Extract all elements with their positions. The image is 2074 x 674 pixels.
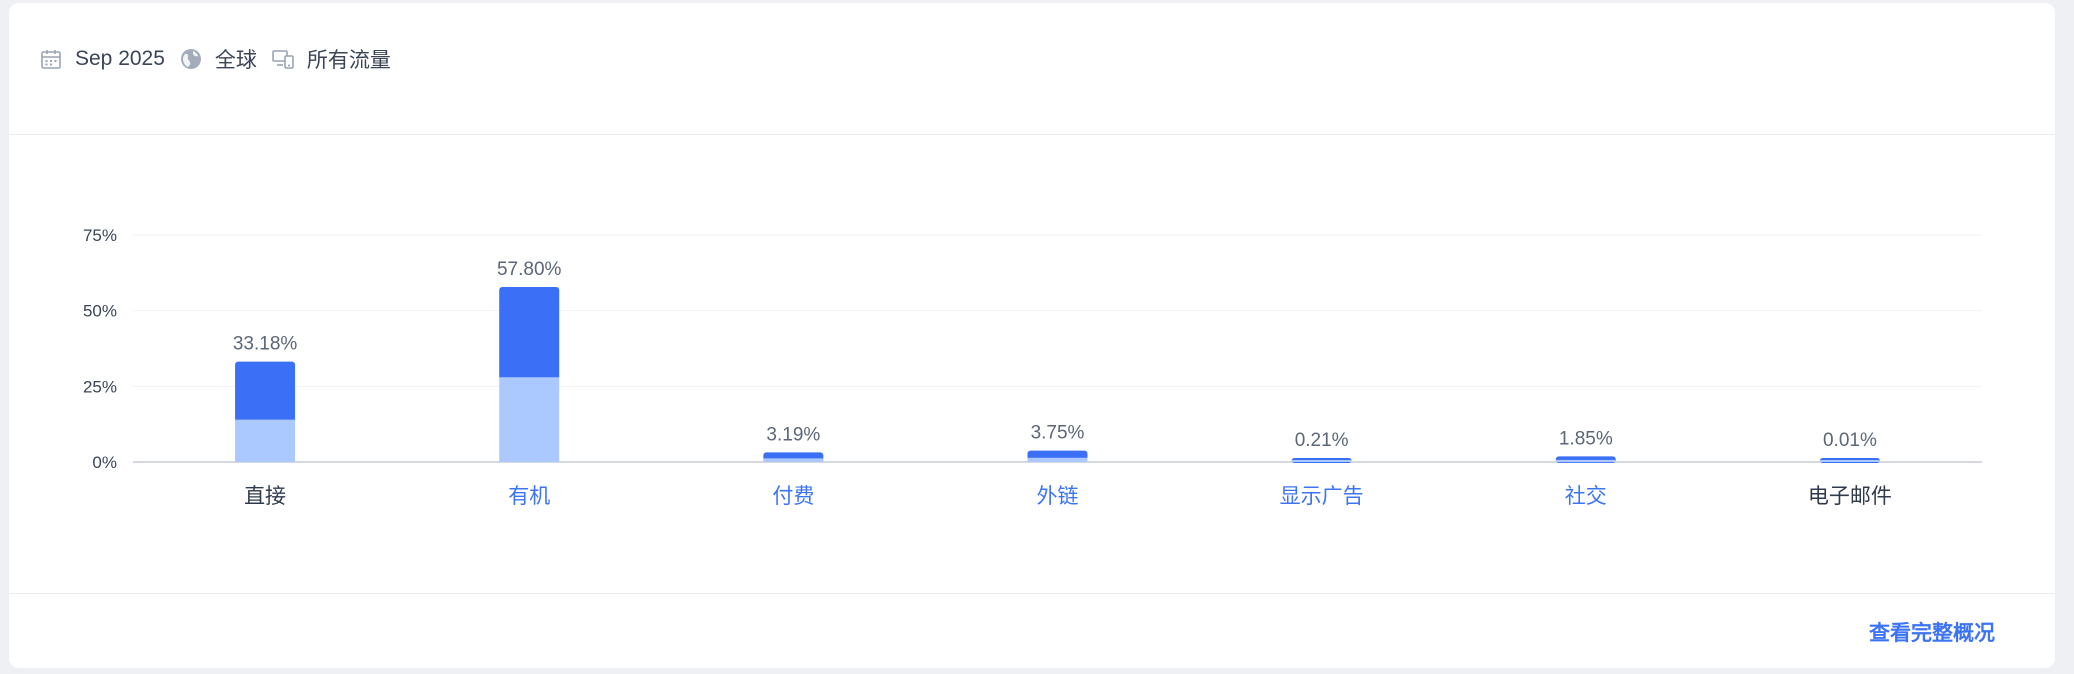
bar-segment-upper xyxy=(499,287,560,381)
traffic-channels-card: Sep 2025 全球 所有流量 0% 25% 50% 75% 33.18% 直… xyxy=(9,3,2055,668)
y-tick-label: 50% xyxy=(83,302,117,321)
bar-segment-lower xyxy=(499,377,560,462)
bar-segment-lower xyxy=(1819,460,1880,462)
devices-icon xyxy=(271,47,295,71)
globe-icon xyxy=(179,47,203,71)
y-tick-label: 25% xyxy=(83,377,117,396)
bar-value-label: 3.19% xyxy=(766,424,820,445)
category-label: 外链 xyxy=(1037,485,1079,508)
bar-value-label: 1.85% xyxy=(1559,428,1613,449)
bar-segment-lower xyxy=(1291,460,1352,462)
bar-value-label: 0.21% xyxy=(1295,430,1349,451)
y-tick-label: 75% xyxy=(83,226,117,245)
view-full-overview-link[interactable]: 查看完整概况 xyxy=(1869,617,1995,647)
category-label: 直接 xyxy=(244,485,286,508)
bar-segment-lower xyxy=(763,458,824,462)
bar-segment-lower xyxy=(235,419,296,462)
bar-value-label: 3.75% xyxy=(1031,423,1085,444)
y-tick-label: 0% xyxy=(92,453,117,472)
region-filter[interactable]: 全球 xyxy=(179,44,257,74)
filter-bar: Sep 2025 全球 所有流量 xyxy=(39,41,405,77)
bar-segment-lower xyxy=(1555,459,1616,462)
region-filter-label: 全球 xyxy=(214,49,257,72)
traffic-channel-chart: 0% 25% 50% 75% 33.18% 直接 57.80% 有机 3.19% 付费 3.75% 外… xyxy=(83,226,1982,508)
bar-value-label: 57.80% xyxy=(497,259,562,280)
header-divider xyxy=(9,134,2055,135)
category-label: 付费 xyxy=(772,485,814,508)
category-label: 显示广告 xyxy=(1280,485,1364,508)
calendar-icon xyxy=(39,47,63,71)
footer-divider xyxy=(9,593,2055,594)
bar-value-label: 0.01% xyxy=(1823,430,1877,451)
traffic-filter[interactable]: 所有流量 xyxy=(271,44,391,74)
date-filter-label: Sep 2025 xyxy=(75,47,165,70)
category-label: 社交 xyxy=(1565,485,1607,508)
date-filter[interactable]: Sep 2025 xyxy=(39,47,165,71)
category-label: 电子邮件 xyxy=(1808,485,1892,508)
bar-segment-upper xyxy=(235,361,296,423)
bar-segment-lower xyxy=(1027,457,1088,462)
category-label: 有机 xyxy=(508,485,550,508)
bar-value-label: 33.18% xyxy=(233,334,298,355)
traffic-filter-label: 所有流量 xyxy=(306,49,391,72)
